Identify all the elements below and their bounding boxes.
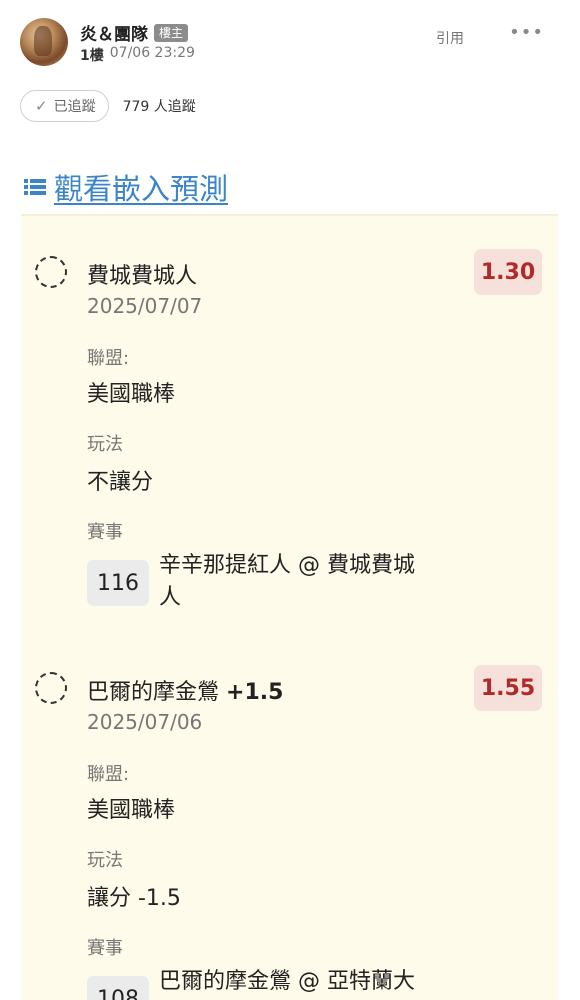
follow-row: ✓ 已追蹤 779 人追蹤 — [20, 90, 196, 122]
odds-badge: 1.55 — [474, 665, 542, 711]
pick-date: 2025/07/07 — [87, 294, 203, 318]
embed-prediction-link[interactable]: 觀看嵌入預測 — [54, 166, 228, 208]
post-time: 07/06 23:29 — [109, 45, 195, 61]
game-name: 辛辛那提紅人 @ 費城費城 人 — [159, 550, 459, 614]
dashed-circle-icon — [35, 256, 67, 288]
dashed-circle-icon — [35, 672, 67, 704]
follow-button-label: 已追蹤 — [53, 99, 96, 115]
event-label: 賽事 — [87, 938, 123, 959]
game-name-line: 巴爾的摩金鶯 @ 亞特蘭大 — [159, 969, 415, 994]
pick-date: 2025/07/06 — [87, 710, 203, 734]
pick-title: 費城費城人 — [87, 258, 197, 290]
game-name-line: 辛辛那提紅人 @ 費城費城 — [159, 553, 415, 578]
avatar[interactable] — [20, 18, 68, 66]
author-line: 炎＆團隊 樓主 — [80, 20, 189, 45]
post-page: 炎＆團隊 樓主 1樓 07/06 23:29 引用 ••• ✓ 已追蹤 779 … — [0, 0, 580, 1000]
bet-type-label: 玩法 — [87, 850, 123, 871]
bet-type-value: 讓分 -1.5 — [87, 886, 181, 911]
game-id-badge: 108 — [87, 976, 149, 1000]
league-label: 聯盟: — [87, 764, 130, 785]
pick-title: 巴爾的摩金鶯 +1.5 — [87, 674, 283, 706]
quote-button[interactable]: 引用 — [436, 28, 464, 48]
bet-type-value: 不讓分 — [87, 470, 154, 495]
more-icon[interactable]: ••• — [509, 22, 544, 43]
pick-handicap: +1.5 — [226, 680, 284, 705]
post-meta: 1樓 07/06 23:29 — [80, 45, 195, 65]
game-name-line: 人 — [159, 585, 182, 610]
embed-link-row[interactable]: 觀看嵌入預測 — [24, 166, 228, 208]
prediction-panel: 費城費城人 1.30 2025/07/07 聯盟: 美國職棒 玩法 不讓分 賽事… — [21, 214, 558, 1000]
pick-team: 巴爾的摩金鶯 — [87, 680, 220, 705]
event-label: 賽事 — [87, 522, 123, 543]
post-header: 炎＆團隊 樓主 1樓 07/06 23:29 引用 ••• — [20, 18, 560, 70]
follow-count: 779 人追蹤 — [122, 99, 196, 115]
game-name: 巴爾的摩金鶯 @ 亞特蘭大 — [159, 966, 459, 998]
bet-type-label: 玩法 — [87, 434, 123, 455]
floor-number: 1樓 — [80, 48, 104, 64]
game-id-badge: 116 — [87, 560, 149, 606]
league-value: 美國職棒 — [87, 382, 176, 407]
follow-button[interactable]: ✓ 已追蹤 — [20, 90, 109, 122]
list-icon — [24, 179, 46, 195]
pick-team: 費城費城人 — [87, 264, 198, 289]
author-name[interactable]: 炎＆團隊 — [80, 20, 148, 45]
owner-badge: 樓主 — [154, 23, 189, 42]
check-icon: ✓ — [35, 97, 48, 115]
league-label: 聯盟: — [87, 348, 130, 369]
odds-badge: 1.30 — [474, 249, 542, 295]
league-value: 美國職棒 — [87, 798, 176, 823]
